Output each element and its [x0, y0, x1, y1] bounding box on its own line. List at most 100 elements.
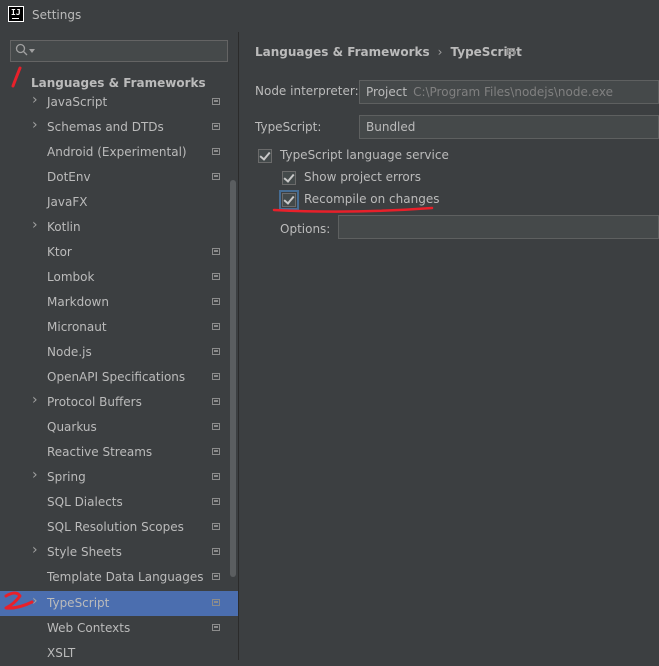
sidebar-item-label: Markdown	[47, 295, 109, 309]
project-scope-icon	[212, 173, 220, 180]
sidebar-item-label: Web Contexts	[47, 621, 131, 635]
sidebar-item-label: Quarkus	[47, 420, 97, 434]
sidebar-item-xslt[interactable]: XSLT	[0, 641, 238, 666]
breadcrumb-parent[interactable]: Languages & Frameworks	[255, 45, 430, 59]
sidebar-item-node-js[interactable]: Node.js	[0, 340, 238, 365]
settings-sidebar: Languages & Frameworks › JavaScript › Schem…	[0, 32, 238, 660]
options-label: Options:	[280, 222, 331, 236]
node-interpreter-value: Project	[366, 85, 408, 99]
intellij-app-icon: IJ	[8, 6, 24, 22]
project-scope-icon	[212, 448, 220, 455]
chevron-right-icon[interactable]: ›	[32, 92, 42, 108]
sidebar-item-sql-resolution-scopes[interactable]: SQL Resolution Scopes	[0, 515, 238, 540]
sidebar-item-javascript[interactable]: › JavaScript	[0, 90, 238, 115]
language-service-checkbox[interactable]	[258, 149, 272, 163]
project-scope-icon	[212, 599, 220, 606]
show-project-errors-label[interactable]: Show project errors	[304, 170, 421, 184]
sidebar-item-typescript[interactable]: › TypeScript	[0, 591, 238, 616]
sidebar-item-ktor[interactable]: Ktor	[0, 240, 238, 265]
project-scope-icon	[212, 148, 220, 155]
recompile-on-changes-checkbox[interactable]	[279, 190, 299, 210]
project-scope-icon	[212, 98, 220, 105]
chevron-right-icon[interactable]: ›	[32, 542, 42, 558]
checkmark-icon	[259, 149, 271, 161]
sidebar-item-reactive-streams[interactable]: Reactive Streams	[0, 440, 238, 465]
project-scope-icon	[212, 473, 220, 480]
sidebar-item-label: Lombok	[47, 270, 95, 284]
typescript-version-value: Bundled	[366, 120, 416, 134]
sidebar-item-label: JavaScript	[47, 95, 108, 109]
sidebar-item-android-experimental[interactable]: Android (Experimental)	[0, 140, 238, 165]
language-service-label[interactable]: TypeScript language service	[280, 148, 449, 162]
search-dropdown-icon[interactable]	[29, 49, 35, 53]
sidebar-item-markdown[interactable]: Markdown	[0, 290, 238, 315]
chevron-right-icon[interactable]: ›	[32, 217, 42, 233]
sidebar-item-micronaut[interactable]: Micronaut	[0, 315, 238, 340]
project-scope-icon	[212, 423, 220, 430]
project-scope-icon	[212, 548, 220, 555]
project-scope-icon	[212, 298, 220, 305]
sidebar-item-label: TypeScript	[47, 596, 110, 610]
project-scope-icon	[212, 323, 220, 330]
sidebar-item-label: Spring	[47, 470, 86, 484]
sidebar-item-dotenv[interactable]: DotEnv	[0, 165, 238, 190]
project-scope-icon	[212, 523, 220, 530]
show-project-errors-checkbox[interactable]	[282, 171, 296, 185]
node-interpreter-select[interactable]: Project C:\Program Files\nodejs\node.exe	[359, 80, 659, 104]
typescript-settings-panel: Languages & Frameworks › TypeScript Node i…	[239, 32, 659, 660]
sidebar-item-spring[interactable]: › Spring	[0, 465, 238, 490]
sidebar-item-label: Kotlin	[47, 220, 81, 234]
sidebar-item-label: Schemas and DTDs	[47, 120, 164, 134]
sidebar-item-sql-dialects[interactable]: SQL Dialects	[0, 490, 238, 515]
title-bar: IJ Settings	[0, 0, 659, 32]
project-scope-icon	[212, 498, 220, 505]
project-scope-icon	[212, 624, 220, 631]
sidebar-item-label: OpenAPI Specifications	[47, 370, 186, 384]
checkmark-icon	[283, 171, 295, 183]
sidebar-item-label: Protocol Buffers	[47, 395, 142, 409]
project-scope-icon	[212, 348, 220, 355]
settings-search-input[interactable]	[10, 40, 228, 62]
sidebar-item-label: SQL Dialects	[47, 495, 123, 509]
sidebar-item-template-data-languages[interactable]: Template Data Languages	[0, 565, 238, 590]
project-scope-icon	[212, 123, 220, 130]
tree-root-languages-frameworks[interactable]: Languages & Frameworks	[31, 76, 206, 90]
typescript-version-label: TypeScript:	[255, 120, 322, 134]
chevron-right-icon[interactable]: ›	[32, 117, 42, 133]
checkmark-icon	[283, 193, 295, 205]
breadcrumb-separator-icon: ›	[437, 45, 443, 59]
project-scope-icon	[212, 248, 220, 255]
sidebar-item-quarkus[interactable]: Quarkus	[0, 415, 238, 440]
typescript-version-select[interactable]: Bundled	[359, 115, 659, 139]
sidebar-item-label: Micronaut	[47, 320, 107, 334]
sidebar-item-label: SQL Resolution Scopes	[47, 520, 184, 534]
sidebar-item-label: Node.js	[47, 345, 92, 359]
sidebar-scrollbar[interactable]	[230, 180, 236, 577]
recompile-on-changes-label[interactable]: Recompile on changes	[304, 192, 439, 206]
sidebar-item-label: XSLT	[47, 646, 76, 660]
sidebar-item-lombok[interactable]: Lombok	[0, 265, 238, 290]
options-input[interactable]	[338, 215, 659, 239]
sidebar-item-protocol-buffers[interactable]: › Protocol Buffers	[0, 390, 238, 415]
chevron-right-icon[interactable]: ›	[32, 593, 42, 609]
node-interpreter-label: Node interpreter:	[255, 84, 359, 98]
project-scope-icon	[212, 573, 220, 580]
project-scope-icon	[212, 373, 220, 380]
sidebar-item-kotlin[interactable]: › Kotlin	[0, 215, 238, 240]
sidebar-item-label: JavaFX	[47, 195, 88, 209]
sidebar-item-label: Template Data Languages	[47, 570, 204, 584]
sidebar-item-label: DotEnv	[47, 170, 91, 184]
sidebar-item-style-sheets[interactable]: › Style Sheets	[0, 540, 238, 565]
sidebar-item-openapi-specifications[interactable]: OpenAPI Specifications	[0, 365, 238, 390]
project-scope-icon	[507, 48, 515, 55]
sidebar-item-schemas-and-dtds[interactable]: › Schemas and DTDs	[0, 115, 238, 140]
chevron-right-icon[interactable]: ›	[32, 467, 42, 483]
project-scope-icon	[212, 398, 220, 405]
window-title: Settings	[32, 8, 82, 22]
sidebar-item-label: Android (Experimental)	[47, 145, 187, 159]
sidebar-item-web-contexts[interactable]: Web Contexts	[0, 616, 238, 641]
breadcrumb: Languages & Frameworks › TypeScript	[255, 45, 522, 59]
sidebar-item-javafx[interactable]: JavaFX	[0, 190, 238, 215]
sidebar-item-label: Style Sheets	[47, 545, 122, 559]
chevron-right-icon[interactable]: ›	[32, 392, 42, 408]
